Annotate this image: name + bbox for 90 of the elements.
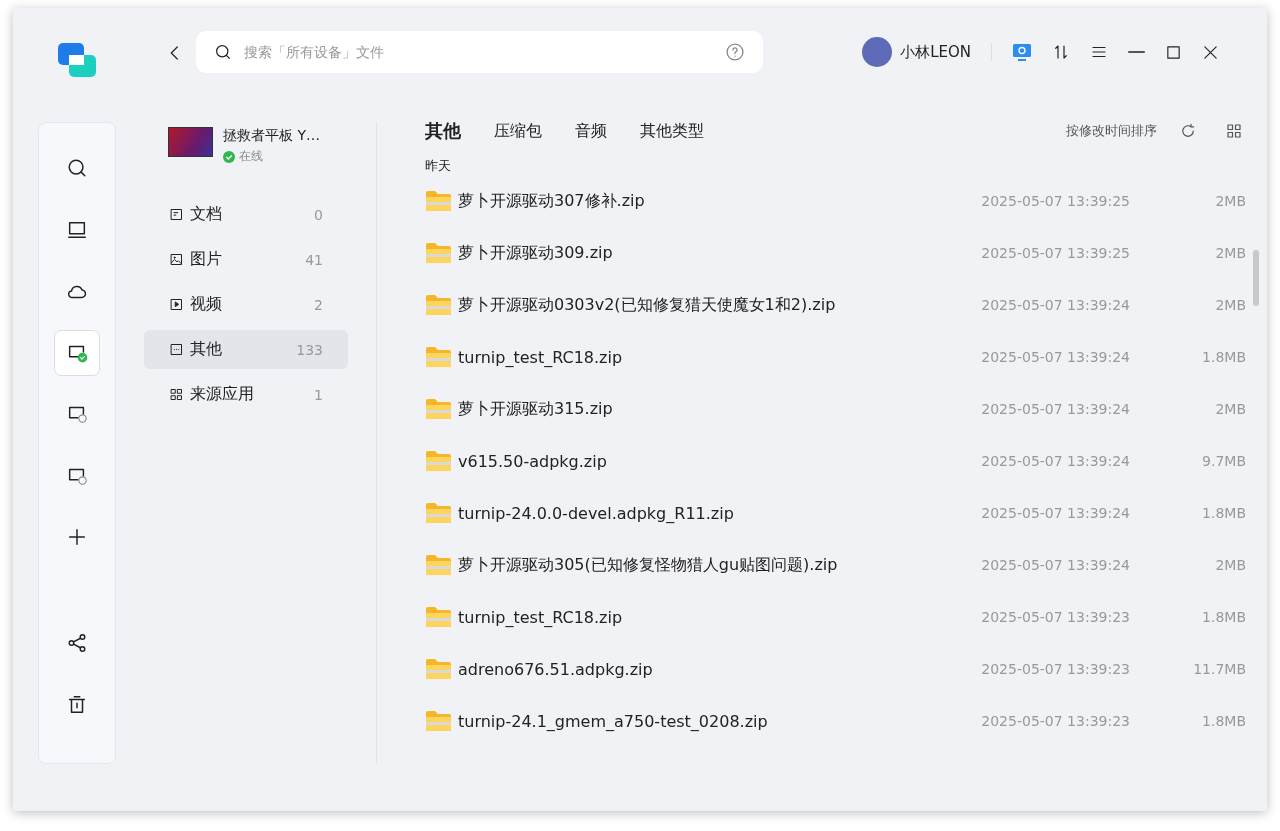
category-item[interactable]: 视频 2 [144,285,348,324]
folder-icon [425,190,452,212]
file-name[interactable]: turnip-24.0.0-devel.adpkg_R11.zip [458,503,734,523]
folder-icon [425,554,452,576]
device-online-nav-button[interactable] [54,329,100,376]
file-size: 1.8MB [1201,505,1246,521]
file-size: 2MB [1214,245,1246,261]
file-size: 1.8MB [1201,349,1246,365]
search-icon [66,157,88,179]
filter-tab[interactable]: 其他 [425,119,461,143]
grid-icon [1225,122,1243,140]
more-icon [169,342,184,357]
category-item[interactable]: 其他 133 [144,330,348,369]
folder-icon [425,710,452,732]
modified-time: 2025-05-07 13:39:24 [981,505,1130,521]
folder-icon [425,294,452,316]
grid-icon [169,387,184,402]
folder-icon [425,398,452,420]
up-down-arrows-icon [1052,43,1070,61]
search-icon [214,43,232,61]
help-icon [725,42,745,62]
modified-time: 2025-05-07 13:39:23 [981,609,1130,625]
refresh-icon [1179,122,1197,140]
modified-time: 2025-05-07 13:39:23 [981,661,1130,677]
document-icon [169,207,184,222]
file-name[interactable]: 萝卜开源驱动307修补.zip [458,190,645,212]
file-size: 2MB [1214,297,1246,313]
file-size: 9.7MB [1201,453,1246,469]
file-name[interactable]: turnip_test_RC18.zip [458,607,623,627]
file-size: 2MB [1214,193,1246,209]
modified-time: 2025-05-07 13:39:24 [981,401,1130,417]
file-size: 2MB [1214,557,1246,573]
monitor-icon [1012,42,1032,62]
filter-tab[interactable]: 音频 [575,120,607,142]
transfer-button[interactable] [1052,43,1070,61]
file-name[interactable]: adreno676.51.adpkg.zip [458,659,653,679]
grid-view-button[interactable] [1225,122,1243,140]
folder-icon [425,606,452,628]
search-field[interactable]: 搜索「所有设备」文件 [196,31,763,73]
share-icon [66,632,88,654]
minimize-icon [1128,51,1145,53]
refresh-button[interactable] [1179,122,1197,140]
scrollbar-thumb[interactable] [1253,250,1259,306]
app-logo-icon [58,43,96,79]
modified-time: 2025-05-07 13:39:24 [981,557,1130,573]
folder-icon [425,346,452,368]
file-size: 2MB [1214,401,1246,417]
file-size: 11.7MB [1192,661,1246,677]
search-input[interactable]: 搜索「所有设备」文件 [242,43,715,61]
file-name[interactable]: v615.50-adpkg.zip [458,451,607,471]
folder-icon [425,658,452,680]
user-avatar[interactable] [862,37,893,67]
tablet-thumbnail [168,127,213,157]
file-name[interactable]: turnip-24.1_gmem_a750-test_0208.zip [458,711,768,731]
modified-time: 2025-05-07 13:39:24 [981,349,1130,365]
user-name[interactable]: 小林LEON [900,42,971,62]
device-name[interactable]: 拯救者平板 Y… [223,127,320,145]
date-group-label: 昨天 [425,157,452,175]
file-name[interactable]: 萝卜开源驱动309.zip [458,242,613,264]
check-circle-icon [223,150,235,163]
file-name[interactable]: 萝卜开源驱动315.zip [458,398,613,420]
file-size: 1.8MB [1201,713,1246,729]
file-size: 1.8MB [1201,609,1246,625]
image-icon [169,252,184,267]
screen-sync-button[interactable] [1012,42,1032,62]
folder-icon [425,450,452,472]
file-name[interactable]: turnip_test_RC18.zip [458,347,623,367]
plus-icon [66,526,88,548]
device-status: 在线 [239,148,263,165]
folder-icon [425,242,452,264]
close-button[interactable] [1202,43,1219,61]
maximize-icon [1165,43,1182,61]
filter-tab[interactable]: 其他类型 [640,120,704,142]
modified-time: 2025-05-07 13:39:24 [981,297,1130,313]
filter-tab[interactable]: 压缩包 [494,120,542,142]
category-item[interactable]: 来源应用 1 [144,375,348,414]
close-icon [1202,43,1219,61]
video-icon [169,297,184,312]
modified-time: 2025-05-07 13:39:25 [981,245,1130,261]
modified-time: 2025-05-07 13:39:23 [981,713,1130,729]
maximize-button[interactable] [1165,43,1182,61]
category-item[interactable]: 文档 0 [144,195,348,234]
trash-icon [66,693,88,716]
file-name[interactable]: 萝卜开源驱动305(已知修复怪物猎人gu贴图问题).zip [458,554,838,576]
sort-button[interactable]: 按修改时间排序 [1066,122,1157,140]
file-name[interactable]: 萝卜开源驱动0303v2(已知修复猎天使魔女1和2).zip [458,294,836,316]
folder-icon [425,502,452,524]
modified-time: 2025-05-07 13:39:24 [981,453,1130,469]
category-item[interactable]: 图片 41 [144,240,348,279]
modified-time: 2025-05-07 13:39:25 [981,193,1130,209]
